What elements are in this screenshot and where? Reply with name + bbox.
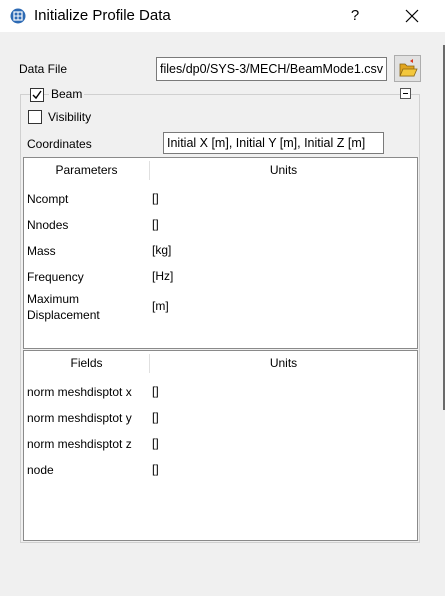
param-name: Ncompt xyxy=(27,192,69,206)
param-unit[interactable]: [] xyxy=(152,191,159,205)
param-name: Nnodes xyxy=(27,218,69,232)
param-name-line2: Displacement xyxy=(27,308,100,322)
param-unit[interactable]: [m] xyxy=(152,299,169,313)
fields-table: Fields Units norm meshdisptot x [] norm … xyxy=(23,350,418,541)
beam-label: Beam xyxy=(49,87,85,101)
visibility-checkbox[interactable] xyxy=(28,110,42,124)
help-button[interactable]: ? xyxy=(340,4,370,28)
beam-checkbox[interactable] xyxy=(30,88,44,102)
field-unit[interactable]: [] xyxy=(152,384,159,398)
close-button[interactable] xyxy=(398,4,426,28)
open-folder-icon xyxy=(399,59,418,77)
units-header[interactable]: Units xyxy=(150,158,417,183)
parameters-header[interactable]: Parameters xyxy=(24,158,149,183)
field-name: norm meshdisptot y xyxy=(27,411,132,425)
visibility-label: Visibility xyxy=(48,110,92,124)
window-title: Initialize Profile Data xyxy=(34,7,171,24)
param-unit[interactable]: [kg] xyxy=(152,243,171,257)
fields-header[interactable]: Fields xyxy=(24,351,149,376)
field-unit[interactable]: [] xyxy=(152,462,159,476)
title-bar: Initialize Profile Data ? xyxy=(0,0,445,32)
parameters-table: Parameters Units Ncompt [] Nnodes [] Mas… xyxy=(23,157,418,349)
param-unit[interactable]: [Hz] xyxy=(152,269,173,283)
units-header[interactable]: Units xyxy=(150,351,417,376)
param-name: Mass xyxy=(27,244,56,258)
browse-button[interactable] xyxy=(394,55,421,82)
param-name-line1: Maximum xyxy=(27,292,80,306)
field-name: norm meshdisptot x xyxy=(27,385,132,399)
field-unit[interactable]: [] xyxy=(152,436,159,450)
field-unit[interactable]: [] xyxy=(152,410,159,424)
coordinates-label: Coordinates xyxy=(27,137,92,151)
param-name: Frequency xyxy=(27,270,84,284)
param-unit[interactable]: [] xyxy=(152,217,159,231)
collapse-minus-icon[interactable] xyxy=(400,88,411,99)
data-file-label: Data File xyxy=(19,62,68,76)
coordinates-field[interactable]: Initial X [m], Initial Y [m], Initial Z … xyxy=(163,132,384,154)
field-name: node xyxy=(27,463,54,477)
data-file-input[interactable]: files/dp0/SYS-3/MECH/BeamMode1.csv xyxy=(156,57,387,81)
field-name: norm meshdisptot z xyxy=(27,437,132,451)
profile-data-icon xyxy=(10,8,26,24)
close-icon xyxy=(405,9,419,23)
checkmark-icon xyxy=(32,90,42,100)
